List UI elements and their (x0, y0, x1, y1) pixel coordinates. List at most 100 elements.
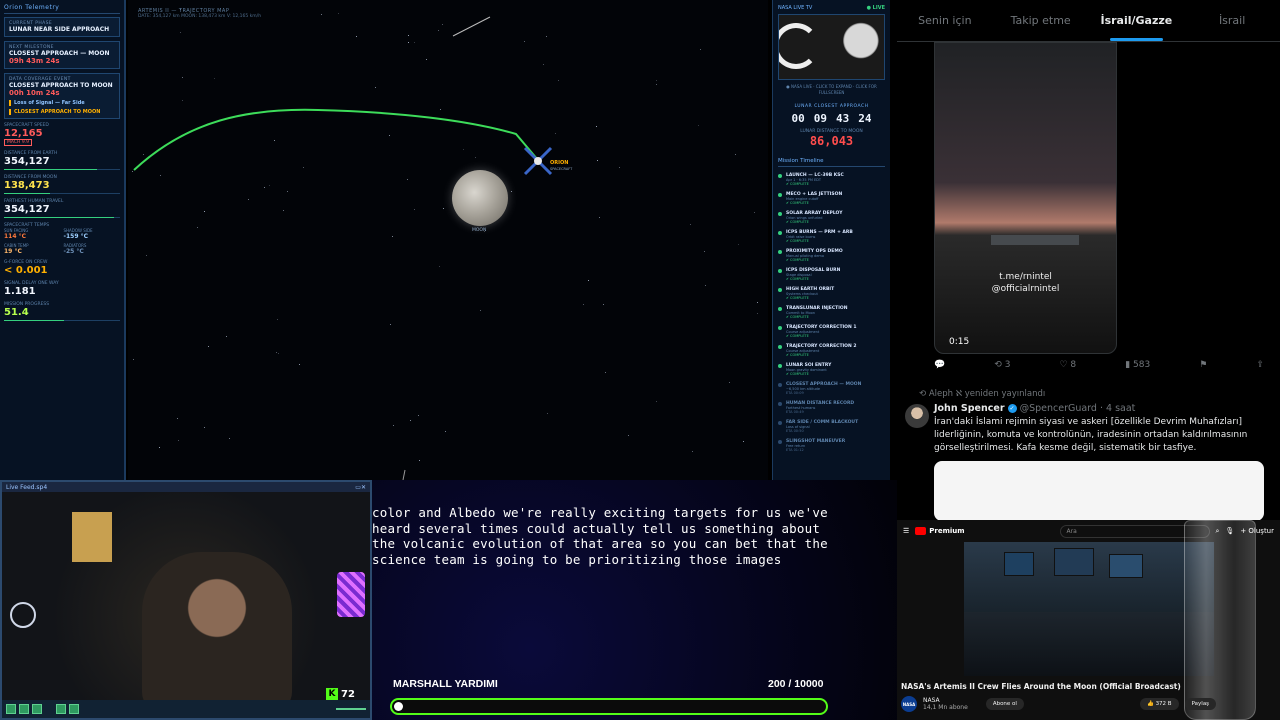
video-buildings (991, 235, 1079, 245)
timeline-item-body: PROXIMITY OPS DEMO Manual piloting demo ✔ … (786, 249, 843, 262)
timeline-item[interactable]: FAR SIDE / COMM BLACKOUT Loss of signal ET… (778, 420, 885, 433)
tab-following[interactable]: Takip etme (993, 0, 1089, 41)
goal-label: MARSHALL YARDIMI (393, 678, 498, 690)
timeline-item-body: SLINGSHOT MANEUVER Free return ETA 01:12 (786, 439, 845, 452)
timeline-item[interactable]: SOLAR ARRAY DEPLOY Orion wings unfurled ✔ … (778, 211, 885, 224)
youtube-logo[interactable]: Premium (915, 527, 965, 535)
tweet-image[interactable] (934, 461, 1264, 520)
timeline-item[interactable]: LUNAR SOI ENTRY Moon gravity dominant ✔ CO… (778, 363, 885, 376)
volume-slider[interactable] (336, 708, 366, 710)
timeline-item-body: TRAJECTORY CORRECTION 2 Course adjustment… (786, 344, 856, 357)
mission-progress-metric: Mission Progress 51.4 (4, 302, 120, 321)
next-milestone-card: Next Milestone CLOSEST APPROACH — MOON 0… (4, 41, 120, 69)
share-icon[interactable]: ⇪ (1256, 360, 1264, 370)
live-tv-thumbnail[interactable] (778, 14, 885, 80)
goal-progress-fill (394, 702, 403, 711)
timeline-item[interactable]: TRAJECTORY CORRECTION 1 Course adjustment… (778, 325, 885, 338)
like-count: 372 B (1155, 701, 1172, 707)
signal-delay-metric: Signal Delay One Way 1.181 (4, 281, 120, 297)
timeline-item-status: ETA 00:50 (786, 429, 804, 433)
prev-button[interactable] (56, 704, 66, 714)
youtube-play-icon (915, 527, 927, 535)
timeline-item-status: ETA 01:12 (786, 448, 804, 452)
reply-button[interactable]: 💬 (934, 360, 945, 370)
timeline-status-icon (778, 174, 782, 178)
speed-mach: MACH 9.9 (4, 139, 32, 146)
share-button[interactable]: Paylaş (1184, 698, 1217, 710)
like-button[interactable]: ♡ 8 (1059, 360, 1076, 370)
avatar[interactable] (905, 404, 929, 428)
author-name[interactable]: John Spencer (934, 403, 1005, 414)
youtube-meta: NASA NASA 14,1 Mn abone Abone ol 👍 372 B … (901, 696, 1217, 712)
webcam-title: Live Feed.sp4 (6, 483, 48, 491)
timeline-item[interactable]: HUMAN DISTANCE RECORD Farthest humans ETA … (778, 401, 885, 414)
views-button[interactable]: ▮ 583 (1125, 360, 1150, 370)
timeline-item-body: TRANSLUNAR INJECTION Commit to Moon ✔ COMP… (786, 306, 848, 319)
timeline-item[interactable]: PROXIMITY OPS DEMO Manual piloting demo ✔ … (778, 249, 885, 262)
neon-sign (337, 572, 365, 617)
webcam-controls (2, 700, 370, 718)
live-tv-caption: ● NASA LIVE · CLICK TO EXPAND · CLICK FO… (786, 84, 877, 95)
timeline-item[interactable]: MECO + LAS JETTISON Main engine cutoff ✔ C… (778, 192, 885, 205)
youtube-video-title[interactable]: NASA's Artemis II Crew Flies Around the … (901, 682, 1181, 691)
current-phase-value: LUNAR NEAR SIDE APPROACH (9, 26, 110, 33)
timeline-item-status: ✔ COMPLETE (786, 353, 809, 357)
timeline-item[interactable]: CLOSEST APPROACH — MOON ~6,500 km altitud… (778, 382, 885, 395)
timeline-item-status: ETA 00:49 (786, 410, 804, 414)
control-room-desks (964, 612, 1214, 676)
orion-spacecraft-icon[interactable] (523, 146, 553, 176)
channel-subs: 14,1 Mn abone (923, 704, 968, 711)
timeline-item[interactable]: TRANSLUNAR INJECTION Commit to Moon ✔ COMP… (778, 306, 885, 319)
trajectory-map[interactable]: ARTEMIS II — TRAJECTORY MAP DATE: 354,12… (128, 0, 768, 480)
timeline-item-body: TRAJECTORY CORRECTION 1 Course adjustment… (786, 325, 856, 338)
temp-shadow-value: -159 °C (63, 233, 89, 240)
pause-button[interactable] (19, 704, 29, 714)
like-button[interactable]: 👍 372 B (1139, 698, 1179, 710)
tweet-video[interactable]: t.me/rnintel @officialrnintel 0:15 (934, 42, 1117, 354)
tab-israel[interactable]: İsrail (1184, 0, 1280, 41)
moon[interactable] (452, 170, 508, 226)
window-controls-icon[interactable]: ▭✕ (355, 484, 366, 491)
timeline-item-status: ✔ COMPLETE (786, 182, 809, 186)
timeline-item[interactable]: HIGH EARTH ORBIT Systems checkout ✔ COMPLE… (778, 287, 885, 300)
next-button[interactable] (69, 704, 79, 714)
speed-value: 12,165 (4, 128, 43, 139)
countdown-minutes: 43 (836, 112, 850, 125)
bookmark-icon[interactable]: ⚑ (1199, 360, 1207, 370)
play-button[interactable] (6, 704, 16, 714)
video-handle: @officialrnintel (991, 284, 1060, 294)
timeline-item[interactable]: TRAJECTORY CORRECTION 2 Course adjustment… (778, 344, 885, 357)
channel-info: NASA 14,1 Mn abone (923, 697, 968, 711)
tab-israel-gaza[interactable]: İsrail/Gazze (1089, 0, 1185, 41)
author-handle[interactable]: @SpencerGuard (1020, 403, 1097, 414)
timeline-item[interactable]: ICPS DISPOSAL BURN Stage disposal ✔ COMPLE… (778, 268, 885, 281)
trajectory-path (133, 108, 539, 171)
timeline-item-status: ✔ COMPLETE (786, 258, 809, 262)
webcam-window[interactable]: Live Feed.sp4 ▭✕ K 72 (0, 480, 372, 720)
farthest-travel-value: 354,127 (4, 204, 50, 215)
event-title: CLOSEST APPROACH TO MOON (14, 109, 101, 115)
youtube-video[interactable] (964, 542, 1214, 676)
kick-logo-icon: K (326, 688, 338, 700)
subscribe-button[interactable]: Abone ol (985, 698, 1024, 710)
timeline-item[interactable]: LAUNCH — LC-39B KSC Apr 1 · 6:35 PM EDT ✔ … (778, 173, 885, 186)
nasa-channel-avatar[interactable]: NASA (901, 696, 917, 712)
eject-button[interactable] (32, 704, 42, 714)
timeline-item-body: ICPS BURNS — PRM + ARB Orbit raise burns ✔… (786, 230, 853, 243)
timeline-item-body: LUNAR SOI ENTRY Moon gravity dominant ✔ CO… (786, 363, 831, 376)
live-badge: ● LIVE (866, 5, 885, 11)
distance-moon-bar (4, 193, 120, 194)
channel-name[interactable]: NASA (923, 697, 968, 704)
countdown-seconds: 24 (858, 112, 872, 125)
timeline-item-status: ✔ COMPLETE (786, 220, 809, 224)
farthest-travel-bar (4, 217, 120, 218)
repost-button[interactable]: ⟲ 3 (994, 360, 1010, 370)
menu-icon[interactable]: ☰ (903, 527, 909, 535)
timeline-item[interactable]: SLINGSHOT MANEUVER Free return ETA 01:12 (778, 439, 885, 452)
beer-glass-overlay (1184, 520, 1256, 720)
lunar-distance-value: 86,043 (809, 134, 854, 148)
current-phase-card: Current Phase LUNAR NEAR SIDE APPROACH (4, 17, 120, 37)
closest-approach-countdown: 00 09 43 24 (778, 112, 885, 125)
timeline-item[interactable]: ICPS BURNS — PRM + ARB Orbit raise burns ✔… (778, 230, 885, 243)
tab-for-you[interactable]: Senin için (897, 0, 993, 41)
